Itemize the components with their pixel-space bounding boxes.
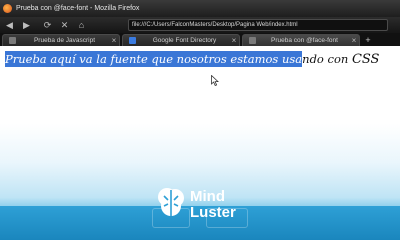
unselected-text: ndo con bbox=[302, 52, 352, 66]
back-arrow-icon[interactable]: ◀ bbox=[2, 19, 17, 31]
url-text: file:///C:/Users/FalconMasters/Desktop/P… bbox=[132, 22, 298, 28]
new-tab-button[interactable]: + bbox=[362, 34, 374, 46]
close-icon[interactable]: × bbox=[229, 36, 239, 45]
sample-text[interactable]: Prueba aquí va la fuente que nosotros es… bbox=[5, 51, 380, 67]
logo-line-2: Luster bbox=[190, 204, 236, 221]
navigation-toolbar: ◀ ▶ ⟳ ✕ ⌂ file:///C:/Users/FalconMasters… bbox=[0, 17, 400, 33]
selected-text: Prueba aquí va la fuente que nosotros es… bbox=[5, 51, 303, 67]
tab-label: Prueba de Javascript bbox=[33, 37, 96, 44]
close-icon[interactable]: × bbox=[109, 36, 119, 45]
mindluster-logo: Mind Luster bbox=[190, 189, 236, 221]
css-text: CSS bbox=[351, 52, 380, 67]
tab-label: Google Font Directory bbox=[152, 37, 217, 44]
close-icon[interactable]: × bbox=[349, 36, 359, 45]
mouse-cursor-icon bbox=[211, 75, 219, 86]
firefox-icon bbox=[3, 4, 12, 13]
brain-icon bbox=[158, 188, 184, 216]
tab-prueba-face-font[interactable]: Prueba con @face-font × bbox=[242, 34, 360, 46]
google-icon bbox=[129, 37, 136, 44]
tab-google-font-directory[interactable]: Google Font Directory × bbox=[122, 34, 240, 46]
window-title: Prueba con @face-font - Mozilla Firefox bbox=[16, 5, 140, 12]
page-icon bbox=[9, 37, 16, 44]
tab-bar: Prueba de Javascript × Google Font Direc… bbox=[0, 33, 400, 46]
stop-icon[interactable]: ✕ bbox=[57, 19, 72, 31]
page-content: Prueba aquí va la fuente que nosotros es… bbox=[0, 46, 400, 240]
tab-label: Prueba con @face-font bbox=[271, 37, 338, 44]
tab-prueba-javascript[interactable]: Prueba de Javascript × bbox=[2, 34, 120, 46]
home-icon[interactable]: ⌂ bbox=[74, 19, 89, 31]
page-icon bbox=[249, 37, 256, 44]
logo-line-1: Mind bbox=[190, 188, 225, 205]
window-titlebar: Prueba con @face-font - Mozilla Firefox bbox=[0, 0, 400, 17]
reload-icon[interactable]: ⟳ bbox=[40, 19, 55, 31]
forward-arrow-icon[interactable]: ▶ bbox=[19, 19, 34, 31]
url-bar[interactable]: file:///C:/Users/FalconMasters/Desktop/P… bbox=[128, 19, 388, 31]
